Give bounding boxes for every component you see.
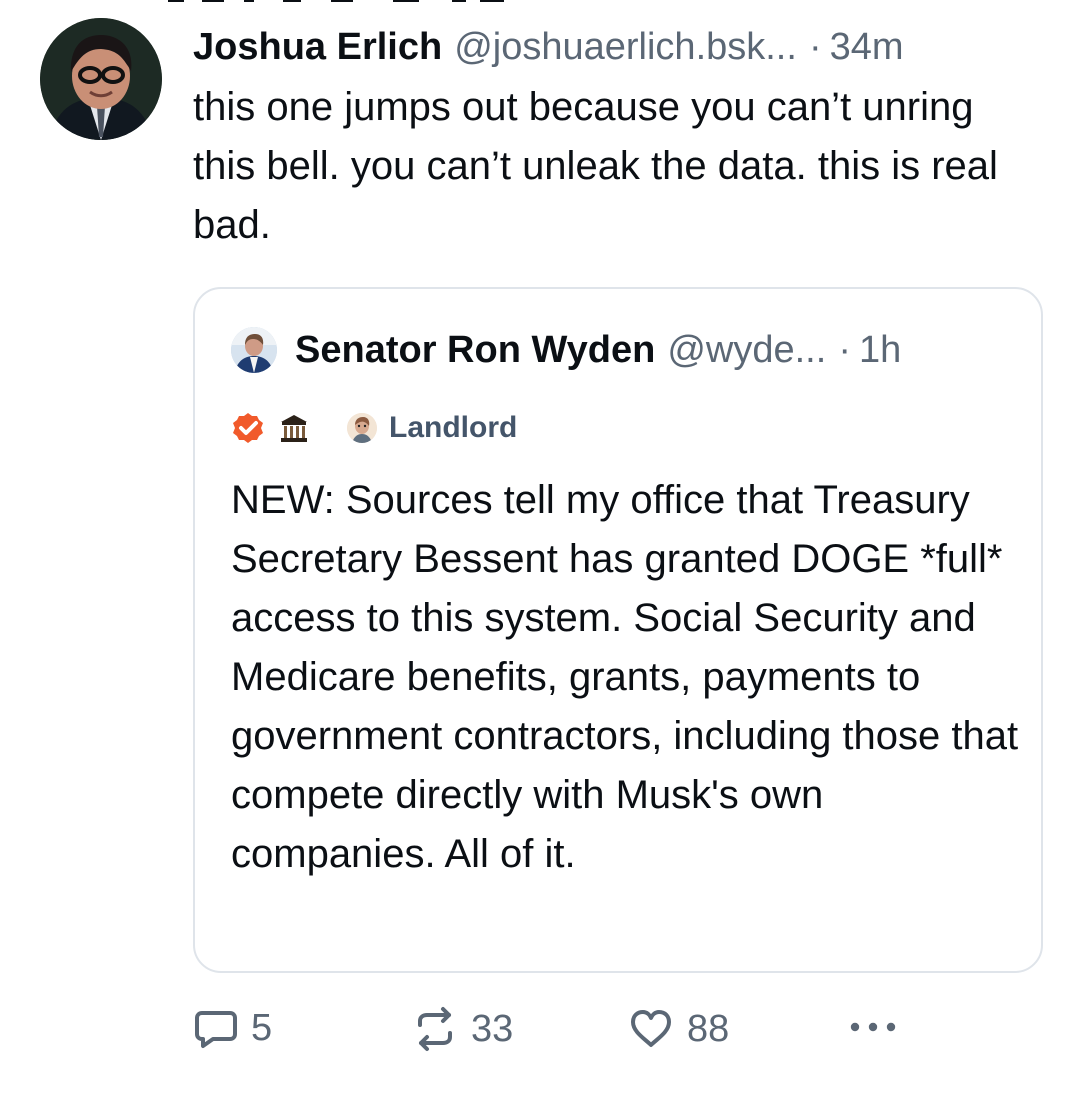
like-button[interactable]: 88	[627, 1005, 729, 1053]
repost-button[interactable]: 33	[411, 1005, 513, 1053]
meta-separator: ·	[808, 26, 822, 68]
post-text: this one jumps out because you can’t unr…	[193, 85, 998, 247]
verified-checkmark-icon[interactable]	[231, 411, 265, 445]
quoted-post-card[interactable]: Senator Ron Wyden @wyde... · 1h Landlord…	[193, 287, 1043, 973]
reply-icon	[195, 1011, 237, 1048]
quoted-post-header: Senator Ron Wyden @wyde... · 1h	[231, 327, 901, 373]
cropped-text-fragment	[168, 0, 504, 2]
landlord-avatar-icon	[347, 413, 377, 443]
more-horizontal-icon	[850, 1022, 896, 1032]
reply-button[interactable]: 5	[193, 1005, 272, 1051]
quoted-author-badges: Landlord	[231, 411, 517, 445]
repost-count: 33	[471, 1007, 514, 1050]
author-avatar[interactable]	[40, 18, 162, 140]
post-header: Joshua Erlich @joshuaerlich.bsk... · 34m	[193, 22, 1053, 72]
landlord-label-avatar	[347, 413, 377, 443]
quoted-post-time[interactable]: 1h	[859, 329, 901, 372]
post: Joshua Erlich @joshuaerlich.bsk... · 34m…	[193, 22, 1053, 255]
quoted-post-text: NEW: Sources tell my office that Treasur…	[231, 478, 1019, 876]
author-handle[interactable]: @joshuaerlich.bsk...	[454, 22, 797, 72]
more-options-button[interactable]	[845, 1005, 917, 1045]
post-actions: 5 33 88	[193, 1005, 953, 1061]
like-count: 88	[687, 1007, 730, 1050]
repost-icon	[418, 1007, 452, 1051]
heart-icon	[631, 1010, 671, 1047]
landlord-label[interactable]: Landlord	[347, 411, 517, 445]
previous-post-fragment	[160, 0, 540, 6]
government-building-icon	[281, 415, 307, 442]
quoted-author-photo-icon	[231, 327, 277, 373]
landlord-label-text: Landlord	[389, 411, 518, 444]
author-photo-icon	[40, 18, 162, 140]
quoted-meta-separator: ·	[838, 328, 851, 371]
reply-count: 5	[251, 1006, 273, 1049]
author-name[interactable]: Joshua Erlich	[193, 22, 442, 72]
quoted-author-name[interactable]: Senator Ron Wyden	[295, 329, 655, 372]
quoted-author-handle[interactable]: @wyde...	[667, 329, 826, 372]
post-time[interactable]: 34m	[830, 22, 904, 72]
quoted-author-avatar[interactable]	[231, 327, 277, 373]
